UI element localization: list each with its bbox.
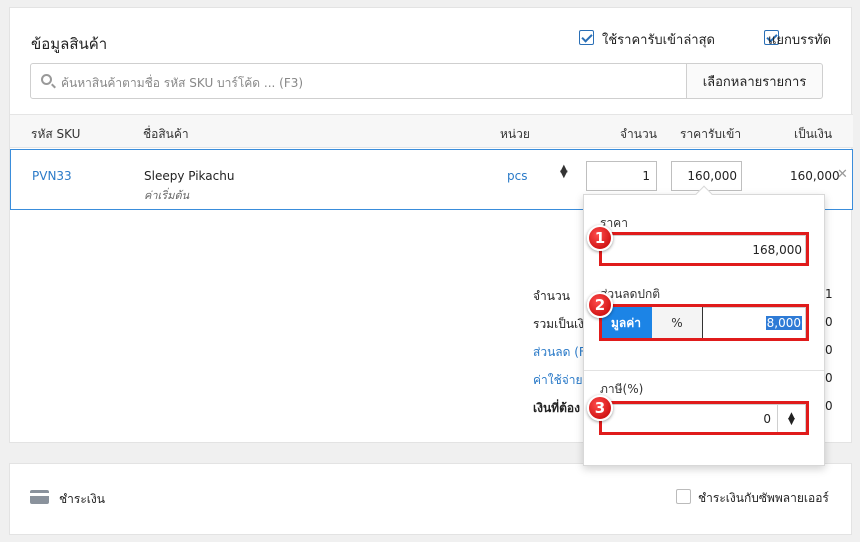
- search-icon: [41, 74, 52, 85]
- section-title: ข้อมูลสินค้า: [31, 35, 108, 53]
- highlight-box-2: [599, 304, 809, 341]
- select-multiple-button[interactable]: เลือกหลายรายการ: [686, 63, 823, 99]
- use-latest-price-label: ใช้ราคารับเข้าล่าสุด: [602, 33, 715, 48]
- summary-expense-link[interactable]: ค่าใช้จ่าย: [533, 371, 583, 390]
- payment-card-icon: [30, 490, 49, 504]
- summary-total-value: 0: [825, 399, 833, 413]
- highlight-box-1: [599, 232, 809, 266]
- row-qty-input[interactable]: 1: [586, 161, 657, 191]
- summary-total-label: เงินที่ต้อง: [533, 401, 580, 415]
- search-placeholder: ค้นหาสินค้าตามชื่อ รหัส SKU บาร์โค้ด ...…: [61, 76, 304, 90]
- row-variant: ค่าเริ่มต้น: [144, 189, 190, 202]
- unit-sort-icon[interactable]: ▲ ▼: [560, 164, 568, 180]
- row-price-input[interactable]: 160,000: [671, 161, 742, 191]
- popover-divider: [584, 370, 824, 371]
- pay-supplier-checkbox[interactable]: [676, 489, 691, 504]
- row-unit-link[interactable]: pcs: [507, 169, 527, 183]
- table-header: รหัส SKU ชื่อสินค้า หน่วย จำนวน ราคารับเ…: [10, 114, 853, 148]
- summary-qty-label: จำนวน: [533, 289, 570, 303]
- header-sku: รหัส SKU: [31, 127, 81, 141]
- summary-discount-link[interactable]: ส่วนลด (F: [533, 343, 586, 362]
- summary-subtotal-value: 0: [825, 315, 833, 329]
- payment-label: ชำระเงิน: [59, 492, 105, 506]
- row-product-name: Sleepy Pikachu: [144, 169, 235, 183]
- price-popover: ราคา 168,000 1 ส่วนลดปกติ มูลค่า % 8,000…: [583, 185, 825, 466]
- annotation-badge-3: 3: [587, 395, 613, 421]
- pay-supplier-label: ชำระเงินกับซัพพลายเออร์: [698, 491, 829, 505]
- header-unit: หน่วย: [500, 127, 530, 141]
- remove-row-icon[interactable]: ✕: [837, 167, 848, 182]
- row-sku-link[interactable]: PVN33: [32, 169, 72, 183]
- header-qty: จำนวน: [620, 127, 657, 141]
- header-name: ชื่อสินค้า: [143, 127, 189, 141]
- summary-qty-value: 1: [825, 287, 833, 301]
- header-amount: เป็นเงิน: [794, 127, 833, 141]
- summary-subtotal-label: รวมเป็นเงิ: [533, 317, 584, 331]
- row-amount: 160,000: [790, 169, 840, 183]
- highlight-box-3: [599, 401, 809, 435]
- product-search-input[interactable]: ค้นหาสินค้าตามชื่อ รหัส SKU บาร์โค้ด ...…: [30, 63, 687, 99]
- annotation-badge-1: 1: [587, 225, 613, 251]
- header-price: ราคารับเข้า: [680, 127, 742, 141]
- payment-card: ชำระเงิน ชำระเงินกับซัพพลายเออร์: [9, 463, 852, 535]
- separate-lines-label: แยกบรรทัด: [768, 33, 832, 48]
- use-latest-price-checkbox[interactable]: [579, 30, 594, 45]
- annotation-badge-2: 2: [587, 292, 613, 318]
- summary-expense-value: 0: [825, 371, 833, 385]
- summary-discount-value: 0: [825, 343, 833, 357]
